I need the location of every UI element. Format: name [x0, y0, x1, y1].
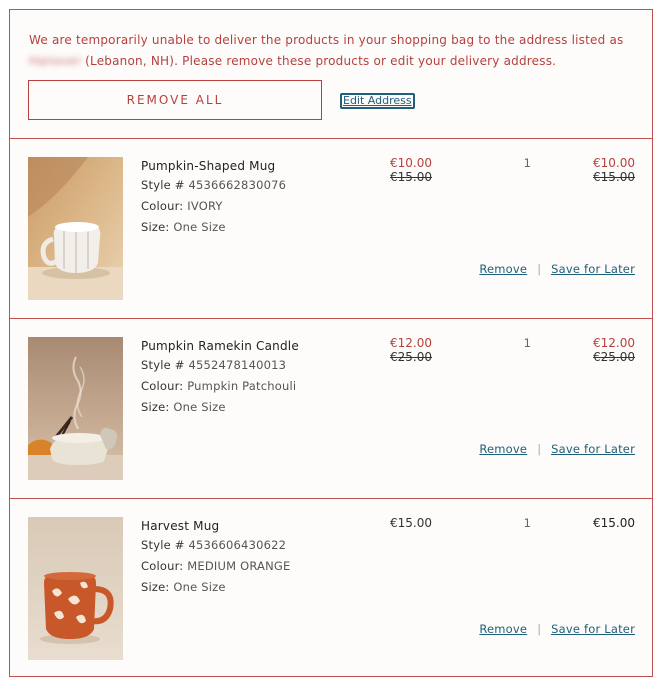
list-item: Pumpkin Ramekin Candle Style # 455247814… [10, 319, 652, 499]
product-image-ramekin-candle[interactable] [28, 337, 123, 480]
list-item: Pumpkin-Shaped Mug Style # 4536662830076… [10, 139, 652, 319]
style-label: Style # [141, 358, 185, 372]
total-sale-price: €10.00 [593, 156, 635, 170]
item-actions: Remove | Save for Later [479, 262, 635, 276]
colour-label: Colour: [141, 559, 184, 573]
size-line: Size: One Size [141, 577, 291, 598]
unit-price: €15.00 [390, 516, 432, 530]
style-label: Style # [141, 178, 185, 192]
action-separator: | [537, 622, 542, 636]
item-info: Pumpkin-Shaped Mug Style # 4536662830076… [141, 157, 286, 238]
colour-value: IVORY [187, 199, 223, 213]
product-name[interactable]: Pumpkin Ramekin Candle [141, 337, 299, 355]
remove-link[interactable]: Remove [479, 442, 527, 456]
line-total: €15.00 [593, 516, 635, 530]
size-label: Size: [141, 580, 170, 594]
product-name[interactable]: Harvest Mug [141, 517, 291, 535]
item-actions: Remove | Save for Later [479, 442, 635, 456]
size-line: Size: One Size [141, 397, 299, 418]
style-line: Style # 4536606430622 [141, 535, 291, 556]
size-label: Size: [141, 400, 170, 414]
style-number: 4536662830076 [188, 178, 287, 192]
regular-price: €15.00 [390, 516, 432, 530]
edit-address-link[interactable]: Edit Address [340, 93, 415, 109]
item-info: Pumpkin Ramekin Candle Style # 455247814… [141, 337, 299, 418]
colour-label: Colour: [141, 379, 184, 393]
line-total: €10.00 €15.00 [593, 156, 635, 184]
unit-price: €10.00 €15.00 [390, 156, 432, 184]
style-line: Style # 4536662830076 [141, 175, 286, 196]
style-label: Style # [141, 538, 185, 552]
product-image-pumpkin-mug[interactable] [28, 157, 123, 300]
list-item: Harvest Mug Style # 4536606430622 Colour… [10, 499, 652, 678]
item-actions: Remove | Save for Later [479, 622, 635, 636]
size-line: Size: One Size [141, 217, 286, 238]
sale-price: €12.00 [390, 336, 432, 350]
total-price: €15.00 [593, 516, 635, 530]
size-value: One Size [173, 220, 226, 234]
colour-line: Colour: MEDIUM ORANGE [141, 556, 291, 577]
quantity: 1 [523, 156, 531, 170]
size-label: Size: [141, 220, 170, 234]
product-name[interactable]: Pumpkin-Shaped Mug [141, 157, 286, 175]
sale-price: €10.00 [390, 156, 432, 170]
colour-line: Colour: IVORY [141, 196, 286, 217]
alert-message: We are temporarily unable to deliver the… [29, 30, 629, 72]
remove-link[interactable]: Remove [479, 622, 527, 636]
quantity: 1 [523, 516, 531, 530]
colour-value: Pumpkin Patchouli [187, 379, 297, 393]
total-original-price: €15.00 [593, 170, 635, 184]
colour-label: Colour: [141, 199, 184, 213]
original-price: €15.00 [390, 170, 432, 184]
remove-all-button[interactable]: REMOVE ALL [28, 80, 322, 120]
size-value: One Size [173, 400, 226, 414]
style-line: Style # 4552478140013 [141, 355, 299, 376]
style-number: 4552478140013 [188, 358, 287, 372]
original-price: €25.00 [390, 350, 432, 364]
save-for-later-link[interactable]: Save for Later [551, 442, 635, 456]
colour-line: Colour: Pumpkin Patchouli [141, 376, 299, 397]
delivery-alert: We are temporarily unable to deliver the… [10, 10, 652, 139]
masked-address: Hanover [29, 54, 82, 68]
alert-message-text-2: (Lebanon, NH). Please remove these produ… [85, 54, 557, 68]
item-info: Harvest Mug Style # 4536606430622 Colour… [141, 517, 291, 598]
quantity: 1 [523, 336, 531, 350]
action-separator: | [537, 442, 542, 456]
action-separator: | [537, 262, 542, 276]
size-value: One Size [173, 580, 226, 594]
save-for-later-link[interactable]: Save for Later [551, 622, 635, 636]
style-number: 4536606430622 [188, 538, 287, 552]
save-for-later-link[interactable]: Save for Later [551, 262, 635, 276]
total-sale-price: €12.00 [593, 336, 635, 350]
line-total: €12.00 €25.00 [593, 336, 635, 364]
product-image-harvest-mug[interactable] [28, 517, 123, 660]
bag-panel: We are temporarily unable to deliver the… [9, 9, 653, 677]
colour-value: MEDIUM ORANGE [187, 559, 291, 573]
alert-message-text: We are temporarily unable to deliver the… [29, 33, 624, 47]
unit-price: €12.00 €25.00 [390, 336, 432, 364]
remove-link[interactable]: Remove [479, 262, 527, 276]
total-original-price: €25.00 [593, 350, 635, 364]
